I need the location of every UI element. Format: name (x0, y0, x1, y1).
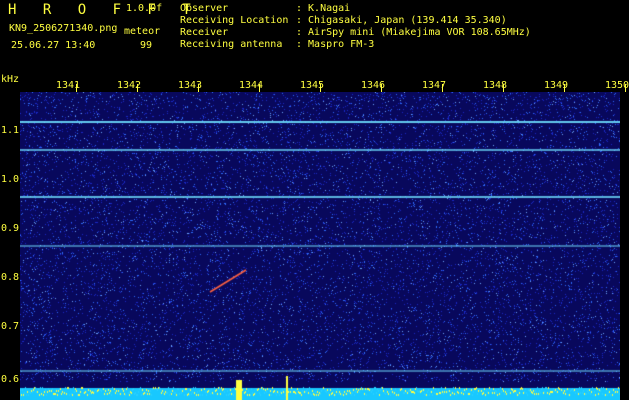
left-axis (0, 72, 20, 400)
mode-label: meteor (124, 26, 161, 37)
antenna-value: : Maspro FM-3 (296, 39, 375, 50)
y-tick-label: 0.8 (1, 272, 20, 283)
x-tick-mark (503, 84, 504, 92)
y-tick-label: 0.9 (1, 223, 20, 234)
y-tick-label: 1.1 (1, 125, 20, 136)
x-tick-mark (76, 84, 77, 92)
y-tick-label: 0.6 (1, 374, 20, 385)
count-label: 99 (140, 40, 153, 51)
x-tick-mark (381, 84, 382, 92)
receiver-label: Receiver (180, 27, 229, 38)
x-tick-mark (137, 84, 138, 92)
spectrogram-plot (20, 92, 620, 400)
x-tick-mark (198, 84, 199, 92)
y-tick-label: 1.0 (1, 174, 20, 185)
version-label: 1.0.0f (126, 3, 163, 14)
app-brand: H R O F F T (8, 2, 200, 18)
header-panel: H R O F F T 1.0.0f KN9_2506271340.png me… (0, 0, 629, 72)
spectrogram-canvas (20, 92, 620, 400)
observer-value: : K.Nagai (296, 3, 351, 14)
receiver-value: : AirSpy mini (Miakejima VOR 108.65MHz) (296, 27, 531, 38)
antenna-label: Receiving antenna (180, 39, 283, 50)
x-tick-mark (442, 84, 443, 92)
x-tick-mark (320, 84, 321, 92)
y-unit-label: kHz (1, 74, 20, 85)
y-tick-label: 0.7 (1, 321, 20, 332)
observer-label: Observer (180, 3, 229, 14)
right-margin (620, 72, 629, 400)
location-value: : Chigasaki, Japan (139.414 35.340) (296, 15, 507, 26)
location-label: Receiving Location (180, 15, 289, 26)
x-tick-mark (259, 84, 260, 92)
datetime-label: 25.06.27 13:40 (11, 40, 96, 51)
x-tick-mark (625, 84, 626, 92)
filename-label: KN9_2506271340.png (9, 23, 118, 34)
x-tick-mark (564, 84, 565, 92)
